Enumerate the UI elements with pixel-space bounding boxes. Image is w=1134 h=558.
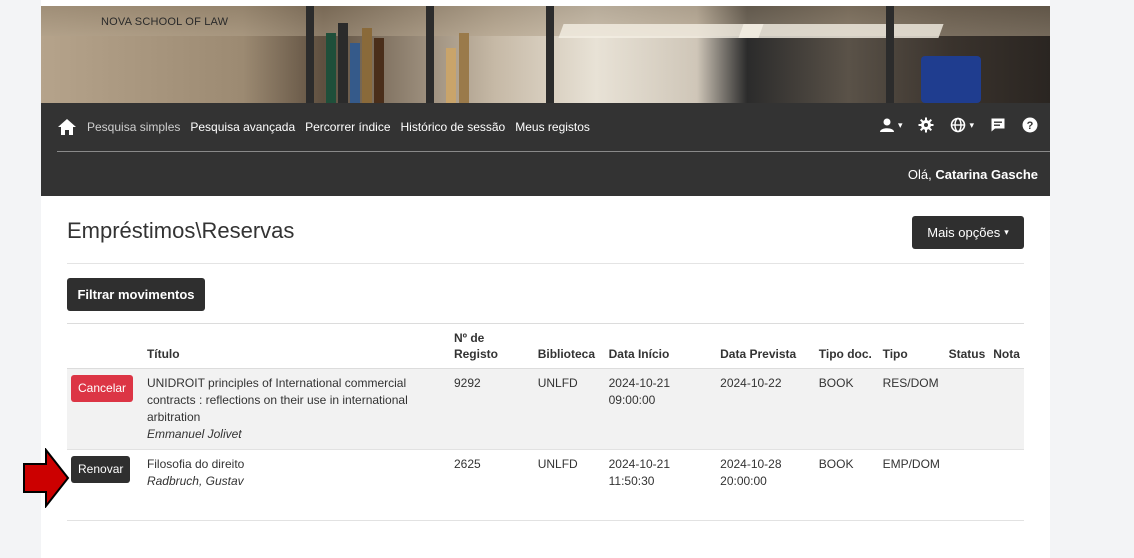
nav-simple-search[interactable]: Pesquisa simples bbox=[87, 120, 180, 134]
language-menu[interactable]: ▾ bbox=[950, 117, 974, 133]
start-time: 11:50:30 bbox=[608, 474, 655, 488]
user-name: Catarina Gasche bbox=[935, 167, 1038, 182]
table-header-row: Título Nº de Registo Biblioteca Data Iní… bbox=[67, 323, 1024, 369]
table-row: Renovar Filosofia do direito Radbruch, G… bbox=[67, 449, 1024, 521]
globe-icon bbox=[951, 117, 966, 133]
svg-text:?: ? bbox=[1027, 120, 1034, 132]
start-date-cell: 2024-10-21 09:00:00 bbox=[604, 368, 717, 450]
caret-down-icon: ▾ bbox=[1004, 227, 1009, 237]
col-note: Nota bbox=[989, 323, 1024, 369]
red-arrow-annotation bbox=[23, 448, 70, 508]
note-cell bbox=[989, 449, 1024, 521]
col-title: Título bbox=[142, 323, 450, 369]
user-menu[interactable]: ▾ bbox=[879, 117, 903, 133]
table-row: Cancelar UNIDROIT principles of Internat… bbox=[67, 368, 1024, 450]
help-icon: ? bbox=[1022, 117, 1038, 133]
nav-browse-index[interactable]: Percorrer índice bbox=[305, 120, 390, 134]
nav-tools: ▾ ▾ ? bbox=[879, 117, 1038, 133]
nav-divider bbox=[57, 151, 1050, 152]
start-date: 2024-10-21 bbox=[608, 376, 671, 390]
action-cell: Cancelar bbox=[67, 368, 143, 450]
chevron-down-icon: ▾ bbox=[969, 119, 974, 130]
gear-icon bbox=[918, 117, 934, 133]
message-icon bbox=[991, 118, 1005, 132]
home-icon[interactable] bbox=[57, 118, 77, 136]
filter-movements-button[interactable]: Filtrar movimentos bbox=[67, 278, 205, 311]
nav-session-history[interactable]: Histórico de sessão bbox=[401, 120, 506, 134]
chevron-down-icon: ▾ bbox=[897, 119, 903, 130]
due-date-cell: 2024-10-22 bbox=[716, 368, 815, 450]
col-start-date: Data Início bbox=[604, 323, 717, 369]
type-cell: EMP/DOM bbox=[878, 449, 945, 521]
col-due-date: Data Prevista bbox=[716, 323, 815, 369]
start-time: 09:00:00 bbox=[608, 393, 656, 407]
settings-button[interactable] bbox=[918, 117, 934, 133]
item-title[interactable]: Filosofia do direito bbox=[147, 456, 446, 473]
status-cell bbox=[944, 449, 990, 521]
school-name: NOVA SCHOOL OF LAW bbox=[101, 16, 229, 28]
item-author: Radbruch, Gustav bbox=[146, 474, 244, 488]
col-status: Status bbox=[944, 323, 990, 369]
due-date-cell: 2024-10-28 20:00:00 bbox=[716, 449, 815, 521]
library-cell: UNLFD bbox=[533, 368, 605, 450]
note-cell bbox=[989, 368, 1024, 450]
header-banner: NOVA SCHOOL OF LAW bbox=[41, 6, 1050, 103]
action-cell: Renovar bbox=[67, 449, 143, 521]
messages-button[interactable] bbox=[990, 117, 1006, 133]
col-registration: Nº de Registo bbox=[449, 323, 534, 369]
col-library: Biblioteca bbox=[533, 323, 605, 369]
title-cell: Filosofia do direito Radbruch, Gustav bbox=[142, 449, 450, 521]
doc-type-cell: BOOK bbox=[814, 449, 879, 521]
doc-type-cell: BOOK bbox=[814, 368, 879, 450]
item-title[interactable]: UNIDROIT principles of International com… bbox=[147, 375, 446, 426]
nav-advanced-search[interactable]: Pesquisa avançada bbox=[190, 120, 295, 134]
start-date-cell: 2024-10-21 11:50:30 bbox=[604, 449, 717, 521]
title-divider bbox=[67, 263, 1024, 264]
main-nav: Pesquisa simples Pesquisa avançada Perco… bbox=[57, 117, 590, 137]
library-cell: UNLFD bbox=[533, 449, 605, 521]
due-time: 20:00:00 bbox=[720, 474, 767, 488]
loans-table: Título Nº de Registo Biblioteca Data Iní… bbox=[67, 323, 1024, 521]
col-type: Tipo bbox=[878, 323, 945, 369]
help-button[interactable]: ? bbox=[1022, 117, 1038, 133]
start-date: 2024-10-21 bbox=[608, 457, 671, 471]
cancel-reservation-button[interactable]: Cancelar bbox=[71, 375, 134, 402]
more-options-label: Mais opções bbox=[927, 225, 1001, 240]
due-date: 2024-10-28 bbox=[720, 457, 782, 471]
page-container: NOVA SCHOOL OF LAW Pesquisa simples Pesq… bbox=[41, 0, 1050, 558]
nav-my-records[interactable]: Meus registos bbox=[515, 120, 590, 134]
registration-cell: 9292 bbox=[449, 368, 534, 450]
type-cell: RES/DOM bbox=[878, 368, 945, 450]
due-date: 2024-10-22 bbox=[720, 376, 782, 390]
title-cell: UNIDROIT principles of International com… bbox=[142, 368, 450, 450]
user-icon bbox=[879, 118, 894, 132]
more-options-button[interactable]: Mais opções ▾ bbox=[912, 216, 1024, 249]
col-doc-type: Tipo doc. bbox=[814, 323, 879, 369]
user-greeting: Olá, Catarina Gasche bbox=[908, 167, 1038, 182]
item-author: Emmanuel Jolivet bbox=[146, 427, 242, 441]
registration-cell: 2625 bbox=[449, 449, 534, 521]
top-navbar: Pesquisa simples Pesquisa avançada Perco… bbox=[41, 103, 1050, 196]
greeting-prefix: Olá, bbox=[907, 167, 932, 182]
renew-loan-button[interactable]: Renovar bbox=[71, 456, 131, 483]
col-action bbox=[67, 323, 143, 369]
status-cell bbox=[944, 368, 990, 450]
page-title: Empréstimos\Reservas bbox=[67, 218, 295, 243]
